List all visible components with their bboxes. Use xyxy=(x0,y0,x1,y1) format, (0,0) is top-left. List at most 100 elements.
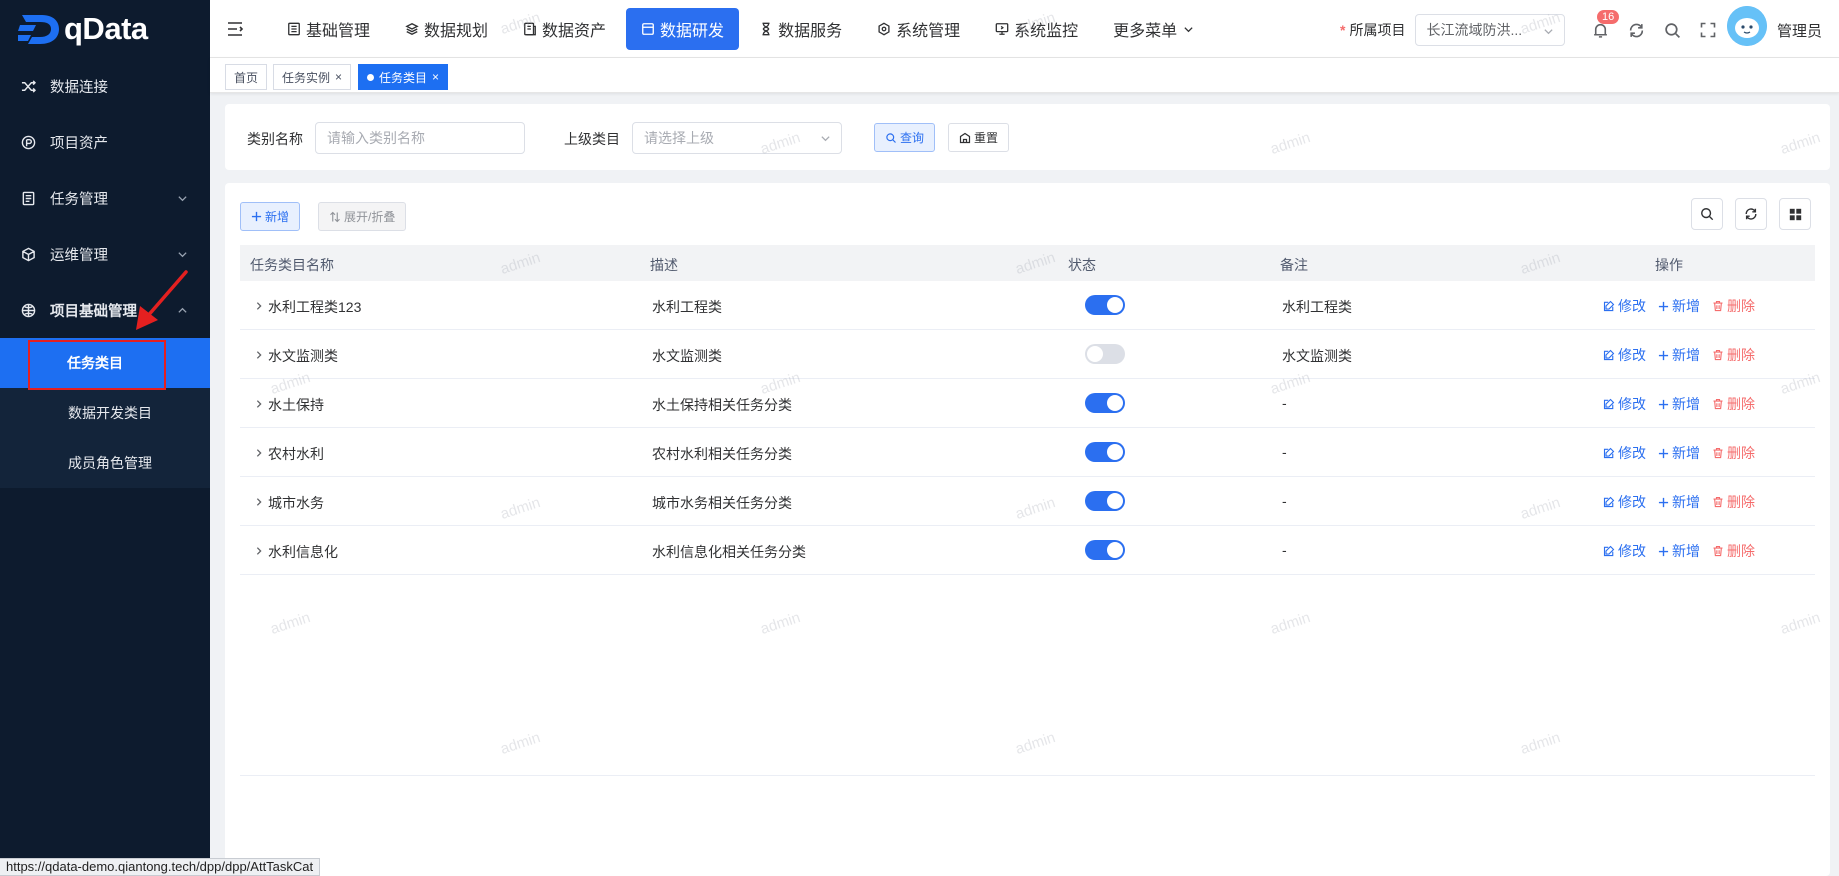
edit-button[interactable]: 修改 xyxy=(1603,443,1646,463)
menu-fold-icon[interactable] xyxy=(226,20,244,41)
nav-item-data-dev[interactable]: 数据研发 xyxy=(626,8,740,50)
expand-collapse-button[interactable]: 展开/折叠 xyxy=(318,202,407,231)
project-select[interactable]: 长江流域防洪... xyxy=(1415,14,1566,46)
search-doc-icon xyxy=(886,132,896,143)
bell-icon xyxy=(1593,23,1607,38)
delete-button[interactable]: 删除 xyxy=(1712,541,1755,561)
expand-row-icon[interactable] xyxy=(254,298,264,314)
edit-button[interactable]: 修改 xyxy=(1603,492,1646,512)
switch-knob xyxy=(1087,346,1103,362)
close-icon[interactable]: × xyxy=(432,70,439,84)
submenu-project-base: 任务类目 数据开发类目 成员角色管理 xyxy=(0,338,210,488)
cell-desc: 水利信息化相关任务分类 xyxy=(652,544,806,560)
plus-icon xyxy=(251,211,262,222)
add-button[interactable]: 新增 xyxy=(240,202,301,231)
expand-row-icon[interactable] xyxy=(254,347,264,363)
add-child-button[interactable]: 新增 xyxy=(1658,443,1700,463)
trash-icon xyxy=(1713,496,1723,508)
refresh-button[interactable] xyxy=(1618,16,1654,44)
delete-button[interactable]: 删除 xyxy=(1712,345,1755,365)
red-arrow-annotation-icon xyxy=(136,270,188,330)
nav-item-system-monitor[interactable]: 系统监控 xyxy=(980,8,1093,50)
tags-view: 首页 任务实例 × 任务类目 × xyxy=(210,58,1839,93)
expand-row-icon[interactable] xyxy=(254,543,264,559)
notification-button[interactable]: 16 xyxy=(1582,10,1620,44)
cell-name: 水利工程类123 xyxy=(268,299,362,315)
tab-home[interactable]: 首页 xyxy=(225,64,268,90)
edit-button[interactable]: 修改 xyxy=(1603,296,1646,316)
add-child-button[interactable]: 新增 xyxy=(1658,296,1700,316)
nav-item-data-assets[interactable]: 数据资产 xyxy=(508,8,621,50)
edit-icon xyxy=(1603,496,1615,508)
edit-button[interactable]: 修改 xyxy=(1603,541,1646,561)
hexagon-gear-icon xyxy=(878,22,890,36)
row-actions: 修改 新增 删除 xyxy=(1603,345,1767,365)
tab-task-instance[interactable]: 任务实例 × xyxy=(273,64,352,90)
add-child-button[interactable]: 新增 xyxy=(1658,541,1700,561)
query-button[interactable]: 查询 xyxy=(874,123,936,152)
reset-icon xyxy=(959,132,971,143)
sidebar-subitem-dev-category[interactable]: 数据开发类目 xyxy=(0,388,210,438)
refresh-table-button[interactable] xyxy=(1735,198,1767,230)
plus-icon xyxy=(1658,399,1669,409)
status-switch[interactable] xyxy=(1085,344,1125,364)
status-switch[interactable] xyxy=(1085,442,1125,462)
cell-remark: 水文监测类 xyxy=(1282,348,1352,364)
chevron-down-icon xyxy=(821,136,830,142)
delete-button[interactable]: 删除 xyxy=(1712,443,1755,463)
expand-row-icon[interactable] xyxy=(254,494,264,510)
sidebar-subitem-member-roles[interactable]: 成员角色管理 xyxy=(0,438,210,488)
fullscreen-button[interactable] xyxy=(1690,16,1726,44)
edit-button[interactable]: 修改 xyxy=(1603,394,1646,414)
sort-icon xyxy=(330,211,340,222)
columns-button[interactable] xyxy=(1779,198,1811,230)
toggle-search-button[interactable] xyxy=(1691,198,1723,230)
sidebar-item-task-management[interactable]: 任务管理 xyxy=(0,170,210,226)
edit-button[interactable]: 修改 xyxy=(1603,345,1646,365)
plus-icon xyxy=(1658,350,1669,360)
table-row: 水利信息化 水利信息化相关任务分类 - 修改 新增 删除 xyxy=(240,526,1815,575)
sidebar: qData 数据连接 项目资产 任务管理 运维管理 项目基础管理 任务类目 数据… xyxy=(0,0,210,876)
user-name[interactable]: 管理员 xyxy=(1777,20,1822,41)
search-button[interactable] xyxy=(1654,16,1690,44)
add-child-button[interactable]: 新增 xyxy=(1658,345,1700,365)
status-switch[interactable] xyxy=(1085,295,1125,315)
add-child-button[interactable]: 新增 xyxy=(1658,492,1700,512)
nav-item-data-service[interactable]: 数据服务 xyxy=(744,8,857,50)
table-row: 水利工程类123 水利工程类 水利工程类 修改 新增 删除 xyxy=(240,281,1815,330)
column-header-desc: 描述 xyxy=(650,257,678,273)
nav-item-data-planning[interactable]: 数据规划 xyxy=(390,8,503,50)
tab-task-category[interactable]: 任务类目 × xyxy=(358,64,449,90)
table-header: 任务类目名称 描述 状态 备注 操作 xyxy=(240,245,1815,281)
refresh-icon xyxy=(1629,23,1643,37)
nav-item-more-menu[interactable]: 更多菜单 xyxy=(1098,8,1209,50)
active-dot-icon xyxy=(367,73,374,81)
expand-row-icon[interactable] xyxy=(254,445,264,461)
sidebar-item-label: 运维管理 xyxy=(50,247,108,264)
sidebar-subitem-task-category[interactable]: 任务类目 xyxy=(0,338,210,390)
parent-category-select[interactable]: 请选择上级 xyxy=(632,122,842,154)
plus-icon xyxy=(1658,301,1669,311)
status-switch[interactable] xyxy=(1085,491,1125,511)
logo[interactable]: qData xyxy=(0,0,210,58)
nav-item-system-management[interactable]: 系统管理 xyxy=(862,8,975,50)
category-name-input[interactable]: 请输入类别名称 xyxy=(315,122,525,154)
delete-button[interactable]: 删除 xyxy=(1712,394,1755,414)
nav-item-basic-management[interactable]: 基础管理 xyxy=(272,8,385,50)
reset-button[interactable]: 重置 xyxy=(948,123,1010,152)
close-icon[interactable]: × xyxy=(335,70,342,84)
sidebar-item-project-assets[interactable]: 项目资产 xyxy=(0,114,210,170)
search-icon xyxy=(1701,208,1714,221)
status-switch[interactable] xyxy=(1085,540,1125,560)
expand-row-icon[interactable] xyxy=(254,396,264,412)
cell-name: 水土保持 xyxy=(268,397,324,413)
avatar[interactable] xyxy=(1727,6,1767,46)
sidebar-item-data-connect[interactable]: 数据连接 xyxy=(0,58,210,114)
add-child-button[interactable]: 新增 xyxy=(1658,394,1700,414)
delete-button[interactable]: 删除 xyxy=(1712,492,1755,512)
edit-icon xyxy=(1603,447,1615,459)
status-switch[interactable] xyxy=(1085,393,1125,413)
cell-name: 水文监测类 xyxy=(268,348,338,364)
delete-button[interactable]: 删除 xyxy=(1712,296,1755,316)
sidebar-item-label: 任务管理 xyxy=(50,191,108,208)
